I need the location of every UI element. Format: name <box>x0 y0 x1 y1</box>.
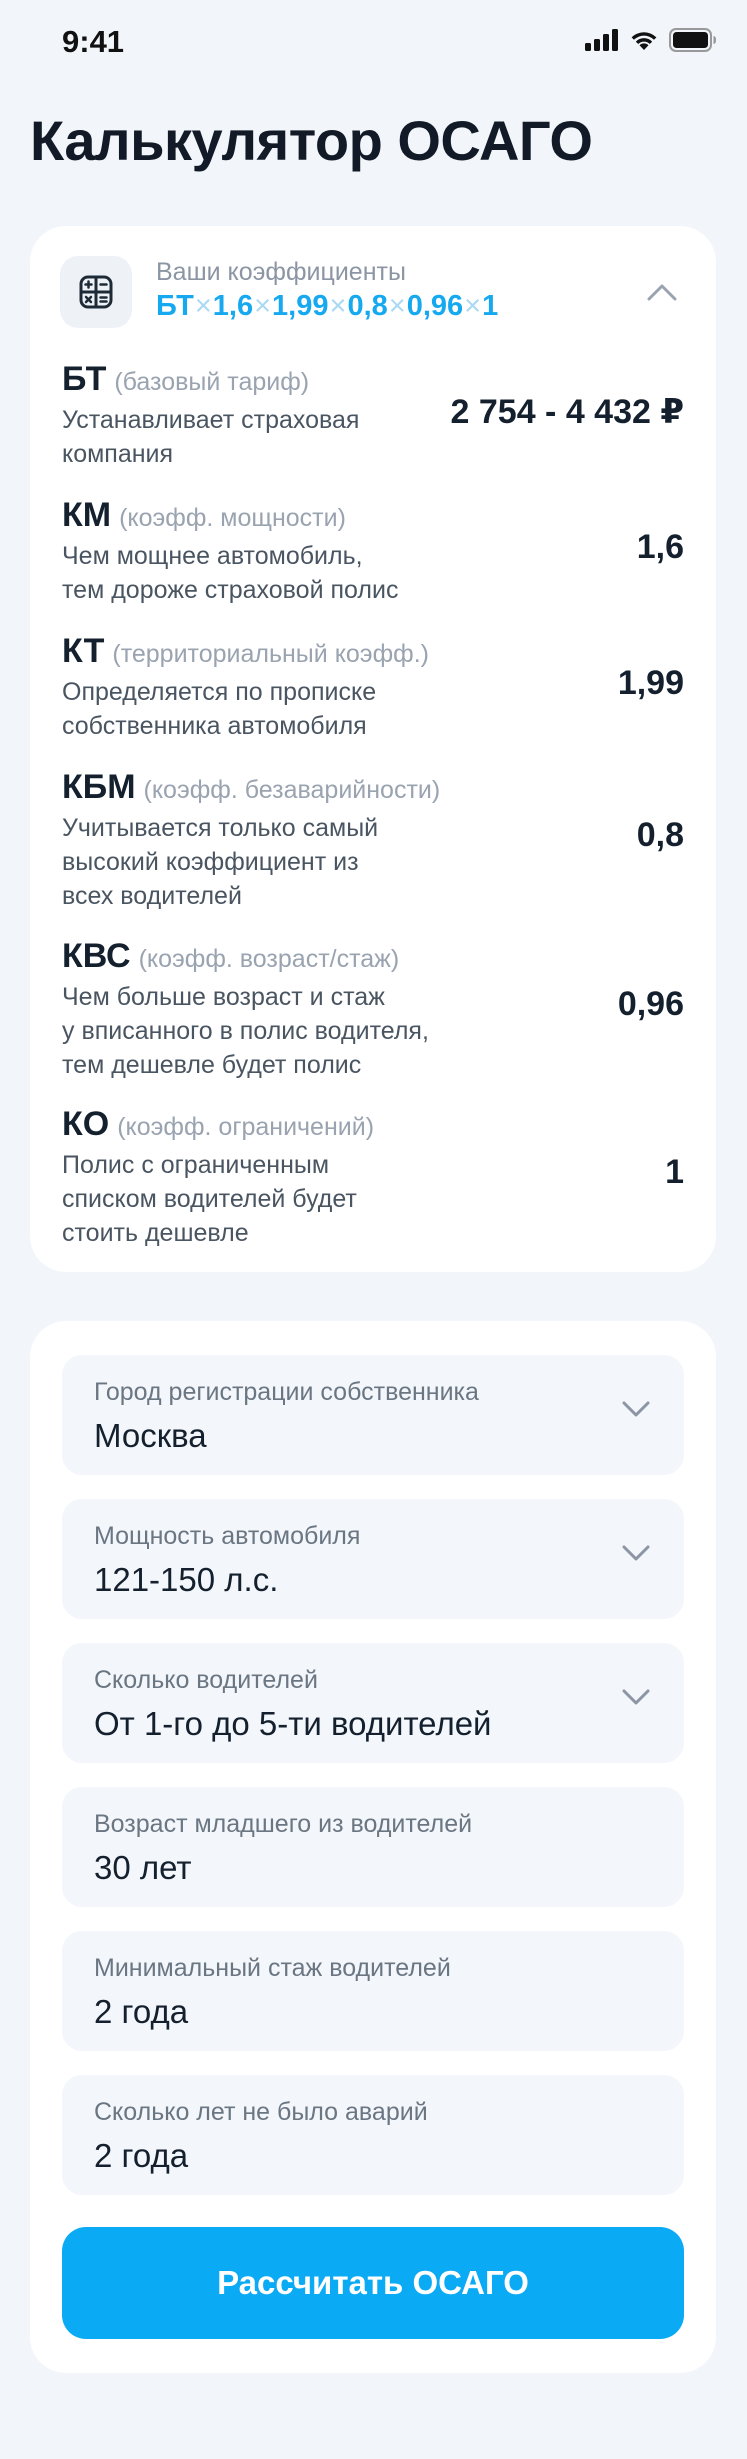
osago-form-card: Город регистрации собственника Москва Мо… <box>30 1321 716 2373</box>
coefficient-description: Учитывается только самый высокий коэффиц… <box>62 811 482 913</box>
description-line: стоить дешевле <box>62 1219 249 1247</box>
coefficient-code: КО <box>62 1105 110 1143</box>
wifi-icon <box>631 32 657 50</box>
coefficient-hint: (территориальный коэфф.) <box>112 640 429 668</box>
coefficients-formula: БТ×1,6×1,99×0,8×0,96×1 <box>156 290 498 323</box>
description-line: Устанавливает страховая <box>62 406 360 434</box>
accident-free-years-field[interactable]: Сколько лет не было аварий 2 года <box>62 2075 684 2195</box>
field-label: Город регистрации собственника <box>94 1378 479 1406</box>
formula-term: 1,99 <box>272 290 329 322</box>
description-line: тем дороже страховой полис <box>62 576 399 604</box>
status-icons <box>585 28 717 52</box>
signal-icon <box>585 29 618 51</box>
description-line: Чем мощнее автомобиль, <box>62 542 363 570</box>
coefficient-value: 0,8 <box>636 816 684 854</box>
engine-power-select[interactable]: Мощность автомобиля 121-150 л.с. <box>62 1499 684 1619</box>
coefficient-code: КВС <box>62 937 131 975</box>
coefficient-value: 1 <box>665 1153 684 1191</box>
coefficient-code: КТ <box>62 632 105 670</box>
description-line: Чем больше возраст и стаж <box>62 983 385 1011</box>
coefficient-hint: (коэфф. мощности) <box>119 504 346 532</box>
coefficient-code: КБМ <box>62 768 136 806</box>
page-title: Калькулятор ОСАГО <box>30 109 593 172</box>
coefficient-description: Определяется по прописке собственника ав… <box>62 675 482 743</box>
coefficient-description: Полис с ограниченным списком водителей б… <box>62 1148 482 1250</box>
field-label: Сколько водителей <box>94 1666 318 1694</box>
formula-separator: × <box>464 290 482 322</box>
field-label: Сколько лет не было аварий <box>94 2098 428 2126</box>
coefficient-code: КМ <box>62 496 112 534</box>
field-label: Минимальный стаж водителей <box>94 1954 451 1982</box>
field-value[interactable]: 30 лет <box>94 1849 192 1887</box>
min-experience-field[interactable]: Минимальный стаж водителей 2 года <box>62 1931 684 2051</box>
description-line: Полис с ограниченным <box>62 1151 330 1179</box>
calculator-icon <box>60 256 132 328</box>
coefficient-hint: (базовый тариф) <box>114 368 310 396</box>
field-value: От 1-го до 5-ти водителей <box>94 1705 492 1742</box>
coefficient-hint: (коэфф. возраст/стаж) <box>138 945 400 973</box>
field-value[interactable]: 2 года <box>94 2137 188 2175</box>
coefficient-value: 2 754 - 4 432 ₽ <box>450 393 684 431</box>
formula-term: 1,6 <box>212 290 254 322</box>
field-label: Возраст младшего из водителей <box>94 1810 473 1838</box>
coefficients-header[interactable]: Ваши коэффициенты БТ×1,6×1,99×0,8×0,96×1 <box>60 256 686 328</box>
coefficient-bt-row: БТ (базовый тариф) Устанавливает страхова… <box>62 360 684 471</box>
coefficient-kt-row: КТ (территориальный коэфф.) Определяется … <box>62 632 684 743</box>
coefficient-description: Чем больше возраст и стаж у вписанного в… <box>62 980 522 1082</box>
field-value: Москва <box>94 1417 207 1454</box>
description-line: Определяется по прописке <box>62 678 377 706</box>
collapse-button[interactable] <box>644 274 680 310</box>
chevron-down-icon <box>622 1689 650 1705</box>
chevron-down-icon <box>622 1401 650 1417</box>
formula-separator: × <box>194 290 212 322</box>
formula-separator: × <box>254 290 272 322</box>
coefficient-code: БТ <box>62 360 107 398</box>
description-line: списком водителей будет <box>62 1185 357 1213</box>
field-value[interactable]: 2 года <box>94 1993 188 2031</box>
coefficient-kvs-row: КВС (коэфф. возраст/стаж) Чем больше возр… <box>62 937 684 1082</box>
description-line: компания <box>62 440 174 468</box>
description-line: у вписанного в полис водителя, <box>62 1017 429 1045</box>
coefficients-card: Ваши коэффициенты БТ×1,6×1,99×0,8×0,96×1… <box>30 226 716 1272</box>
coefficient-km-row: КМ (коэфф. мощности) Чем мощнее автомобил… <box>62 496 684 607</box>
chevron-up-icon <box>647 284 677 301</box>
description-line: тем дешевле будет полис <box>62 1051 362 1079</box>
formula-term: БТ <box>156 290 194 322</box>
city-select[interactable]: Город регистрации собственника Москва <box>62 1355 684 1475</box>
coefficient-value: 1,6 <box>636 528 684 566</box>
coefficient-hint: (коэфф. безаварийности) <box>143 776 441 804</box>
description-line: собственника автомобиля <box>62 712 367 740</box>
chevron-down-icon <box>622 1545 650 1561</box>
description-line: Учитывается только самый <box>62 814 379 842</box>
coefficient-ko-row: КО (коэфф. ограничений) Полис с ограничен… <box>62 1105 684 1250</box>
formula-separator: × <box>388 290 406 322</box>
formula-term: 0,8 <box>347 290 388 322</box>
battery-icon <box>669 28 716 52</box>
coefficient-kbm-row: КБМ (коэфф. безаварийности) Учитывается т… <box>62 768 684 913</box>
formula-term: 0,96 <box>406 290 464 322</box>
drivers-count-select[interactable]: Сколько водителей От 1-го до 5-ти водите… <box>62 1643 684 1763</box>
description-line: высокий коэффициент из <box>62 848 359 876</box>
description-line: всех водителей <box>62 882 242 910</box>
coefficient-value: 0,96 <box>617 985 684 1023</box>
formula-separator: × <box>329 290 347 322</box>
coefficient-hint: (коэфф. ограничений) <box>117 1113 375 1141</box>
calculate-osago-button[interactable]: Рассчитать ОСАГО <box>62 2227 684 2339</box>
coefficient-description: Устанавливает страховая компания <box>62 403 482 471</box>
formula-term: 1 <box>482 290 499 322</box>
coefficients-caption: Ваши коэффициенты <box>156 258 406 286</box>
field-value: 121-150 л.с. <box>94 1561 279 1598</box>
field-label: Мощность автомобиля <box>94 1522 361 1550</box>
status-bar: 9:41 <box>0 0 747 84</box>
youngest-driver-age-field[interactable]: Возраст младшего из водителей 30 лет <box>62 1787 684 1907</box>
status-time: 9:41 <box>62 24 125 59</box>
coefficient-description: Чем мощнее автомобиль, тем дороже страхо… <box>62 539 482 607</box>
coefficient-value: 1,99 <box>617 664 684 702</box>
